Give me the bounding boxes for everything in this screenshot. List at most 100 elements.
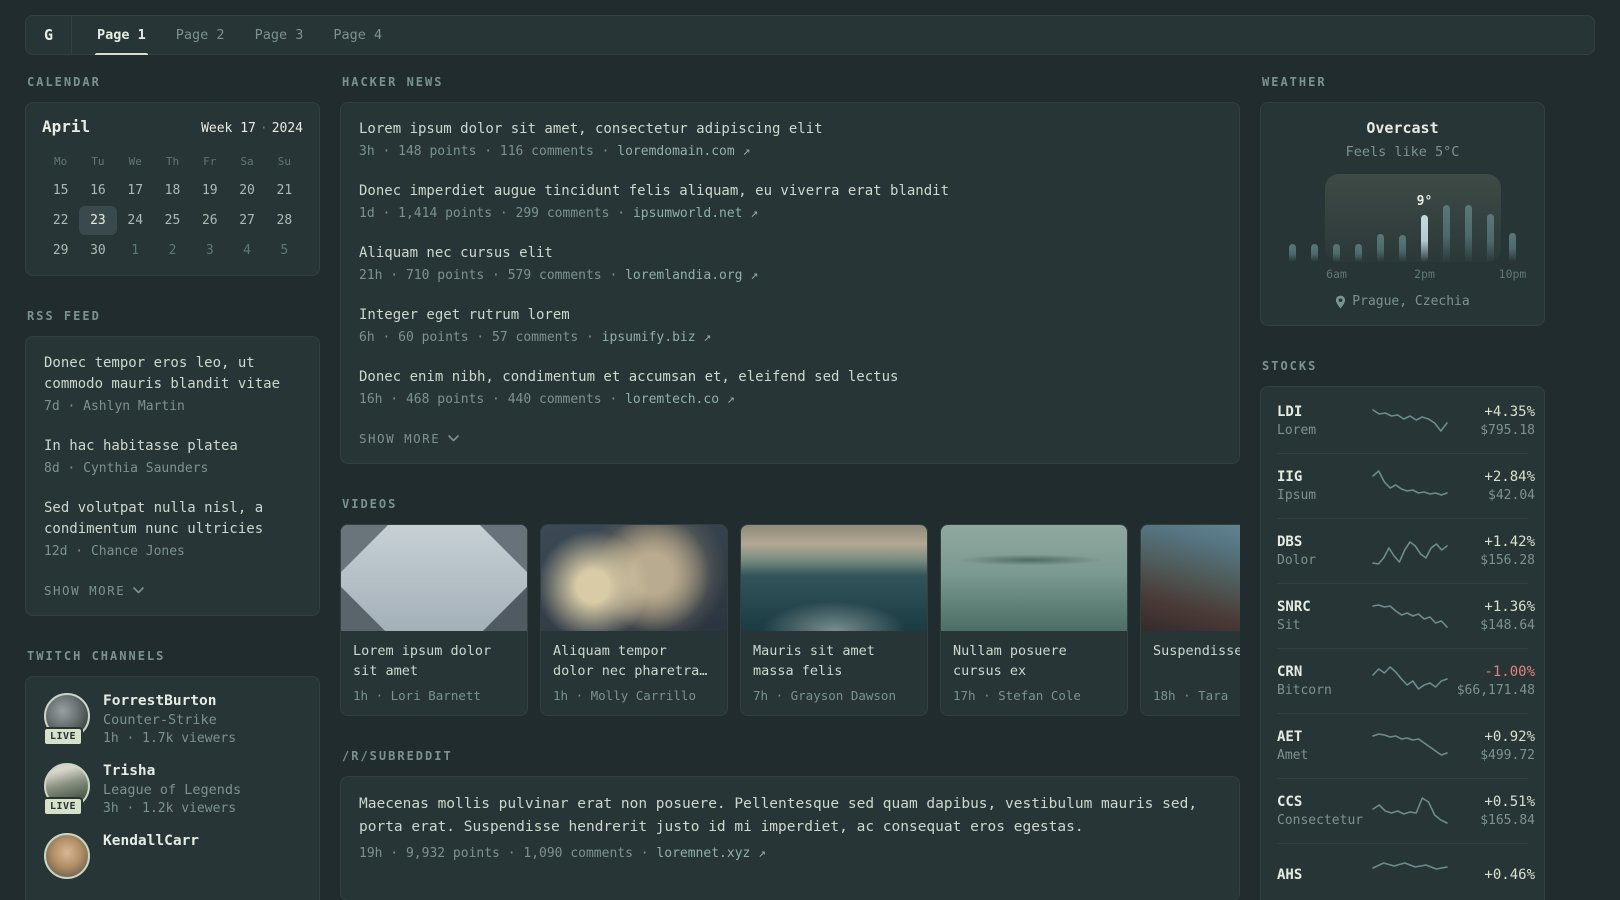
hn-item-title[interactable]: Donec imperdiet augue tincidunt felis al…	[359, 181, 1221, 202]
stock-symbol[interactable]: CRN	[1277, 664, 1371, 680]
stock-symbol[interactable]: DBS	[1277, 534, 1371, 550]
hn-item-title[interactable]: Integer eget rutrum lorem	[359, 305, 1221, 326]
chevron-down-icon	[133, 587, 145, 594]
stock-symbol[interactable]: AHS	[1277, 867, 1371, 883]
weather-bar	[1289, 244, 1296, 262]
stock-row[interactable]: SNRC Sit +1.36% $148.64	[1277, 583, 1535, 648]
tab-page-4[interactable]: Page 4	[318, 16, 397, 54]
stock-change: -1.00%	[1484, 664, 1535, 680]
twitch-channel-game: Counter-Strike	[103, 712, 217, 728]
stock-symbol[interactable]: SNRC	[1277, 599, 1371, 615]
hn-item-title[interactable]: Donec enim nibh, condimentum et accumsan…	[359, 367, 1221, 388]
stock-sparkline	[1372, 541, 1448, 565]
stock-sparkline-wrap	[1371, 856, 1449, 896]
weather-bar	[1465, 205, 1472, 262]
video-thumbnail[interactable]	[741, 525, 927, 631]
stock-sparkline-wrap	[1371, 401, 1449, 441]
stock-id: AHS	[1277, 867, 1371, 886]
stock-values: +2.84% $42.04	[1449, 469, 1535, 503]
hn-item-stats: 16h · 468 points · 440 comments ·	[359, 392, 618, 407]
app-logo[interactable]: G	[26, 16, 72, 54]
weather-chart: 9°	[1289, 174, 1516, 262]
calendar-day: 24	[127, 213, 144, 228]
tab-page-2[interactable]: Page 2	[161, 16, 240, 54]
stock-sparkline	[1372, 409, 1448, 432]
stock-symbol[interactable]: CCS	[1277, 794, 1371, 810]
calendar-day: 29	[52, 243, 69, 258]
calendar-day: 20	[239, 183, 255, 198]
twitch-channel-name[interactable]: KendallCarr	[103, 833, 199, 849]
hn-item-title[interactable]: Aliquam nec cursus elit	[359, 243, 1221, 264]
video-title[interactable]: Mauris sit amet massa felis	[753, 641, 915, 681]
stock-name: Dolor	[1277, 553, 1317, 568]
stock-change: +1.42%	[1484, 534, 1535, 550]
reddit-post-title[interactable]: Maecenas mollis pulvinar erat non posuer…	[359, 793, 1221, 839]
hn-item: Lorem ipsum dolor sit amet, consectetur …	[359, 119, 1221, 162]
twitch-widget: TWITCH CHANNELS LIVE ForrestBurton Count…	[25, 649, 320, 900]
video-title[interactable]: Aliquam tempor dolor nec pharetra…	[553, 641, 715, 681]
reddit-post-meta: 19h · 9,932 points · 1,090 comments · lo…	[359, 844, 1221, 864]
stock-row[interactable]: LDI Lorem +4.35% $795.18	[1277, 389, 1535, 453]
hn-item-domain-link[interactable]: loremlandia.org ↗	[625, 268, 758, 283]
video-thumbnail[interactable]	[1141, 525, 1240, 631]
stock-row[interactable]: DBS Dolor +1.42% $156.28	[1277, 518, 1535, 583]
rss-item-title[interactable]: Donec tempor eros leo, ut commodo mauris…	[44, 353, 301, 395]
stock-change: +1.36%	[1484, 599, 1535, 615]
tab-page-1[interactable]: Page 1	[82, 16, 161, 55]
twitch-channel-row[interactable]: LIVE ForrestBurton Counter-Strike 1h · 1…	[43, 693, 301, 746]
video-thumbnail[interactable]	[941, 525, 1127, 631]
stock-symbol[interactable]: IIG	[1277, 469, 1371, 485]
stock-sparkline-wrap	[1371, 791, 1449, 831]
video-card[interactable]: Nullam posuere cursus ex 17h · Stefan Co…	[940, 524, 1128, 716]
stock-row[interactable]: IIG Ipsum +2.84% $42.04	[1277, 453, 1535, 518]
hn-show-more-button[interactable]: SHOW MORE	[359, 431, 460, 446]
stock-row[interactable]: AET Amet +0.92% $499.72	[1277, 713, 1535, 778]
twitch-channel-row[interactable]: KendallCarr	[44, 833, 301, 879]
hacker-news-section-title: HACKER NEWS	[342, 75, 444, 89]
reddit-post-domain-link[interactable]: loremnet.xyz ↗	[656, 846, 766, 861]
video-thumbnail[interactable]	[541, 525, 727, 631]
rss-item-title[interactable]: In hac habitasse platea	[44, 436, 301, 457]
video-card[interactable]: Mauris sit amet massa felis 7h · Grayson…	[740, 524, 928, 716]
tab-page-3[interactable]: Page 3	[240, 16, 319, 54]
video-card[interactable]: Suspendisse diam 18h · Tara	[1140, 524, 1240, 716]
weather-time-label: 2pm	[1414, 267, 1435, 281]
weather-condition: Overcast	[1366, 119, 1439, 137]
stock-row[interactable]: CRN Bitcorn -1.00% $66,171.48	[1277, 648, 1535, 713]
stock-symbol[interactable]: LDI	[1277, 404, 1371, 420]
stock-name: Lorem	[1277, 423, 1317, 438]
calendar-week-year: Week 17 · 2024	[201, 121, 303, 136]
rss-show-more-button[interactable]: SHOW MORE	[44, 583, 145, 598]
stock-symbol[interactable]: AET	[1277, 729, 1371, 745]
calendar-day: 22	[52, 213, 69, 228]
video-title[interactable]: Lorem ipsum dolor sit amet consectetu…	[353, 641, 515, 681]
hn-item-domain-link[interactable]: ipsumify.biz ↗	[602, 330, 712, 345]
weather-bars	[1289, 205, 1516, 262]
hn-item-title[interactable]: Lorem ipsum dolor sit amet, consectetur …	[359, 119, 1221, 140]
rss-card: Donec tempor eros leo, ut commodo mauris…	[25, 336, 320, 616]
stock-values: +4.35% $795.18	[1449, 404, 1535, 438]
calendar-month: April	[42, 117, 91, 136]
hn-item-domain-link[interactable]: loremtech.co ↗	[625, 392, 735, 407]
live-badge: LIVE	[43, 797, 84, 816]
video-body: Lorem ipsum dolor sit amet consectetu… 1…	[341, 631, 527, 715]
calendar-day: 5	[280, 243, 289, 258]
twitch-channel-name[interactable]: Trisha	[103, 763, 241, 779]
hn-item-meta: 1d · 1,414 points · 299 comments · ipsum…	[359, 204, 1221, 224]
rss-item-title[interactable]: Sed volutpat nulla nisl, a condimentum n…	[44, 498, 301, 540]
stock-row[interactable]: AHS +0.46%	[1277, 843, 1535, 900]
stock-values: -1.00% $66,171.48	[1449, 664, 1535, 698]
twitch-channel-name[interactable]: ForrestBurton	[103, 693, 236, 709]
calendar-dow-label: Fr	[203, 155, 217, 168]
video-card[interactable]: Lorem ipsum dolor sit amet consectetu… 1…	[340, 524, 528, 716]
hn-item-domain-link[interactable]: loremdomain.com ↗	[617, 144, 750, 159]
video-card[interactable]: Aliquam tempor dolor nec pharetra… 1h · …	[540, 524, 728, 716]
stock-row[interactable]: CCS Consectetur +0.51% $165.84	[1277, 778, 1535, 843]
stock-change: +0.92%	[1484, 729, 1535, 745]
twitch-channel-row[interactable]: LIVE Trisha League of Legends 3h · 1.2k …	[43, 763, 301, 816]
hn-item-domain-link[interactable]: ipsumworld.net ↗	[633, 206, 758, 221]
weather-bar	[1509, 233, 1516, 262]
video-title[interactable]: Suspendisse diam	[1153, 641, 1240, 681]
video-thumbnail[interactable]	[341, 525, 527, 631]
video-title[interactable]: Nullam posuere cursus ex	[953, 641, 1115, 681]
